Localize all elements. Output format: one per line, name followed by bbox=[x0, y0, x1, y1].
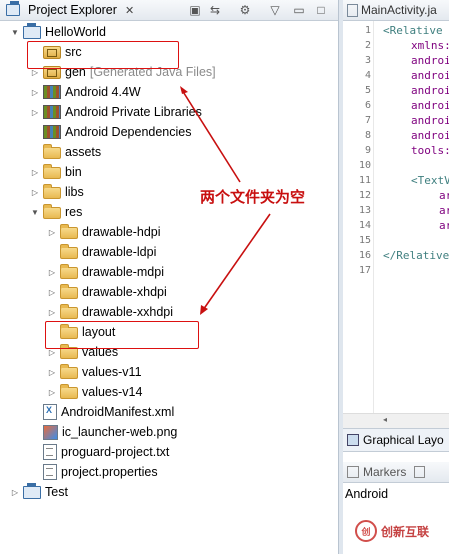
markers-tab[interactable]: Markers bbox=[343, 462, 449, 483]
code-line: androi bbox=[411, 99, 449, 112]
line-number: 11 bbox=[358, 175, 371, 186]
editor-panel: MainActivity.ja 1 2 3 4 5 6 7 8 9 10 11 12 13 14 15 16 1… bbox=[343, 0, 449, 554]
android-label: Android bbox=[345, 487, 389, 501]
watermark-text: 创新互联 bbox=[381, 524, 430, 539]
line-number: 13 bbox=[358, 205, 371, 216]
code-line: <TextV bbox=[411, 174, 449, 187]
code-line: androi bbox=[411, 69, 449, 82]
properties-icon[interactable] bbox=[414, 466, 426, 478]
annotation-arrows bbox=[180, 86, 271, 315]
line-number: 5 bbox=[364, 85, 371, 96]
watermark: 创 创新互联 bbox=[355, 520, 429, 542]
arrow-head-layout bbox=[200, 305, 208, 315]
graphical-layout-label: Graphical Layo bbox=[363, 433, 444, 447]
arrow-to-layout bbox=[202, 213, 271, 311]
code-line: androi bbox=[411, 84, 449, 97]
code-line: ar bbox=[439, 204, 449, 217]
markers-label: Markers bbox=[363, 465, 407, 479]
line-number: 3 bbox=[364, 55, 371, 66]
line-number: 10 bbox=[358, 160, 371, 171]
line-number: 7 bbox=[364, 115, 371, 126]
code-line: <Relative bbox=[383, 24, 443, 37]
markers-icon bbox=[347, 466, 359, 478]
xml-file-icon bbox=[347, 3, 358, 17]
graphical-layout-tab[interactable]: Graphical Layo bbox=[343, 428, 449, 452]
watermark-logo: 创 bbox=[355, 520, 377, 542]
line-number: 12 bbox=[358, 190, 371, 201]
code-line: tools: bbox=[411, 144, 449, 157]
line-number: 16 bbox=[358, 250, 371, 261]
arrow-to-src bbox=[181, 89, 241, 183]
line-number: 9 bbox=[364, 145, 371, 156]
annotation-text: 两个文件夹为空 bbox=[200, 188, 306, 206]
code-editor[interactable]: 1 2 3 4 5 6 7 8 9 10 11 12 13 14 15 16 17 <Relative xmlns… bbox=[343, 21, 449, 413]
line-number: 8 bbox=[364, 130, 371, 141]
code-line: androi bbox=[411, 114, 449, 127]
line-number-gutter: 1 2 3 4 5 6 7 8 9 10 11 12 13 14 15 16 17 bbox=[343, 21, 374, 413]
code-line: androi bbox=[411, 129, 449, 142]
arrow-head-src bbox=[180, 86, 188, 94]
code-line: </Relative bbox=[383, 249, 449, 262]
scroll-left-icon[interactable]: ◂ bbox=[383, 415, 387, 424]
code-line: androi bbox=[411, 54, 449, 67]
line-number: 17 bbox=[358, 265, 371, 276]
line-number: 1 bbox=[364, 25, 371, 36]
line-number: 14 bbox=[358, 220, 371, 231]
editor-tab[interactable]: MainActivity.ja bbox=[343, 0, 449, 21]
layout-icon bbox=[347, 434, 359, 446]
editor-tab-label: MainActivity.ja bbox=[361, 3, 437, 17]
line-number: 6 bbox=[364, 100, 371, 111]
line-number: 4 bbox=[364, 70, 371, 81]
code-line: ar bbox=[439, 189, 449, 202]
project-explorer-panel: Project Explorer ✕ ▣ ⇆ ⚙ ▽ ▭ □ ▼ HelloWor… bbox=[0, 0, 338, 554]
line-number: 2 bbox=[364, 40, 371, 51]
horizontal-scrollbar[interactable]: ◂ bbox=[343, 413, 449, 428]
code-line: xmlns: bbox=[411, 39, 449, 52]
line-number: 15 bbox=[358, 235, 371, 246]
code-line: ar bbox=[439, 219, 449, 232]
